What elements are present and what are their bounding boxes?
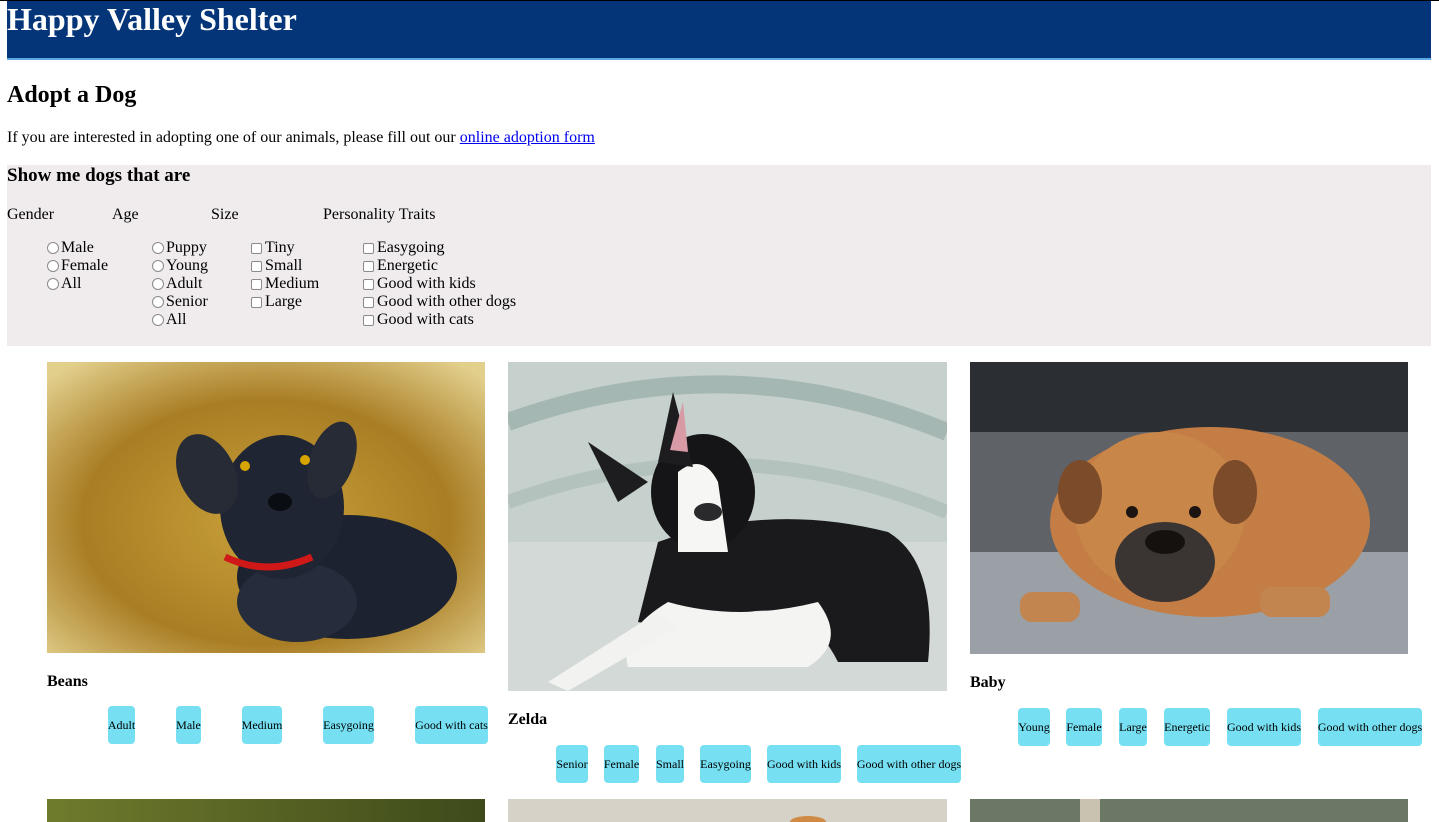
tag-trait: Good with cats xyxy=(415,706,488,744)
tag-age: Young xyxy=(1018,708,1050,746)
tag-gender: Female xyxy=(1066,708,1102,746)
trait-option-good-with-cats[interactable]: Good with cats xyxy=(363,311,516,329)
tag-trait: Good with other dogs xyxy=(1318,708,1422,746)
dog-photo-next-2 xyxy=(508,799,947,822)
trait-option-good-with-other-dogs[interactable]: Good with other dogs xyxy=(363,293,516,311)
site-header: Happy Valley Shelter xyxy=(7,1,1431,60)
radio-button[interactable] xyxy=(47,242,59,254)
tag-trait: Good with other dogs xyxy=(857,745,961,783)
tag-trait: Good with kids xyxy=(767,745,841,783)
age-option-all[interactable]: All xyxy=(152,311,208,329)
size-filter: Size Tiny Small Medium Large xyxy=(211,205,319,310)
tag-size: Large xyxy=(1119,708,1147,746)
option-label: Female xyxy=(61,257,109,274)
option-label: Tiny xyxy=(265,239,295,256)
option-label: All xyxy=(61,275,82,292)
tag-size: Small xyxy=(656,745,684,783)
option-label: Good with kids xyxy=(377,275,476,292)
option-label: Small xyxy=(265,257,303,274)
age-option-puppy[interactable]: Puppy xyxy=(152,239,208,257)
option-label: Young xyxy=(166,257,208,274)
dog-photo-next-3 xyxy=(970,799,1408,822)
gender-option-female[interactable]: Female xyxy=(47,257,108,275)
radio-button[interactable] xyxy=(152,314,164,326)
dog-photo-beans xyxy=(47,362,485,653)
dog-name-zelda: Zelda xyxy=(508,711,548,728)
radio-button[interactable] xyxy=(152,260,164,272)
age-option-senior[interactable]: Senior xyxy=(152,293,208,311)
dog-tags-beans: Adult Male Medium Easygoing Good with ca… xyxy=(47,706,492,744)
gender-option-all[interactable]: All xyxy=(47,275,108,293)
trait-option-energetic[interactable]: Energetic xyxy=(363,257,516,275)
filter-panel: Show me dogs that are Gender Male Female… xyxy=(7,165,1431,346)
dog-photo-next-1 xyxy=(47,799,485,822)
option-label: Male xyxy=(61,239,94,256)
dog-name-baby: Baby xyxy=(970,674,1006,691)
age-filter: Age Puppy Young Adult Senior All xyxy=(112,205,208,328)
gender-option-male[interactable]: Male xyxy=(47,239,108,257)
radio-button[interactable] xyxy=(47,278,59,290)
radio-button[interactable] xyxy=(47,260,59,272)
tag-trait: Energetic xyxy=(1164,708,1210,746)
dog-photo-baby xyxy=(970,362,1408,654)
size-option-large[interactable]: Large xyxy=(251,293,319,311)
intro-sentence: If you are interested in adopting one of… xyxy=(7,129,456,146)
gender-filter: Gender Male Female All xyxy=(7,205,108,292)
traits-label: Personality Traits xyxy=(323,206,436,223)
dog-name-beans: Beans xyxy=(47,673,88,690)
age-option-young[interactable]: Young xyxy=(152,257,208,275)
tag-trait: Good with kids xyxy=(1227,708,1301,746)
age-option-adult[interactable]: Adult xyxy=(152,275,208,293)
radio-button[interactable] xyxy=(152,296,164,308)
size-option-medium[interactable]: Medium xyxy=(251,275,319,293)
gender-label: Gender xyxy=(7,206,55,223)
option-label: Medium xyxy=(265,275,320,292)
option-label: Senior xyxy=(166,293,208,310)
dog-photo-zelda xyxy=(508,362,947,691)
checkbox[interactable] xyxy=(363,242,374,254)
tag-gender: Male xyxy=(176,706,201,744)
age-label: Age xyxy=(112,206,139,223)
checkbox[interactable] xyxy=(251,278,262,290)
radio-button[interactable] xyxy=(152,278,164,290)
tag-size: Medium xyxy=(242,706,282,744)
option-label: All xyxy=(166,311,187,328)
tag-trait: Easygoing xyxy=(700,745,751,783)
checkbox[interactable] xyxy=(363,260,374,272)
tag-trait: Easygoing xyxy=(323,706,374,744)
traits-filter: Personality Traits Easygoing Energetic G… xyxy=(323,205,516,328)
dog-tags-baby: Young Female Large Energetic Good with k… xyxy=(970,708,1430,746)
option-label: Puppy xyxy=(166,239,207,256)
dog-tags-zelda: Senior Female Small Easygoing Good with … xyxy=(508,745,968,783)
page-title: Adopt a Dog xyxy=(7,82,137,108)
intro-text: If you are interested in adopting one of… xyxy=(7,128,595,148)
size-option-small[interactable]: Small xyxy=(251,257,319,275)
checkbox[interactable] xyxy=(363,296,374,308)
tag-age: Adult xyxy=(108,706,135,744)
tag-gender: Female xyxy=(604,745,639,783)
size-option-tiny[interactable]: Tiny xyxy=(251,239,319,257)
option-label: Large xyxy=(265,293,303,310)
option-label: Good with cats xyxy=(377,311,474,328)
trait-option-easygoing[interactable]: Easygoing xyxy=(363,239,516,257)
radio-button[interactable] xyxy=(152,242,164,254)
checkbox[interactable] xyxy=(363,278,374,290)
tag-age: Senior xyxy=(556,745,588,783)
option-label: Energetic xyxy=(377,257,439,274)
option-label: Easygoing xyxy=(377,239,445,256)
checkbox[interactable] xyxy=(251,296,262,308)
checkbox[interactable] xyxy=(363,314,374,326)
adoption-form-link[interactable]: online adoption form xyxy=(460,129,595,146)
filter-heading: Show me dogs that are xyxy=(7,165,191,186)
option-label: Adult xyxy=(166,275,203,292)
checkbox[interactable] xyxy=(251,260,262,272)
site-title: Happy Valley Shelter xyxy=(7,1,297,37)
checkbox[interactable] xyxy=(251,242,262,254)
trait-option-good-with-kids[interactable]: Good with kids xyxy=(363,275,516,293)
option-label: Good with other dogs xyxy=(377,293,517,310)
size-label: Size xyxy=(211,206,239,223)
